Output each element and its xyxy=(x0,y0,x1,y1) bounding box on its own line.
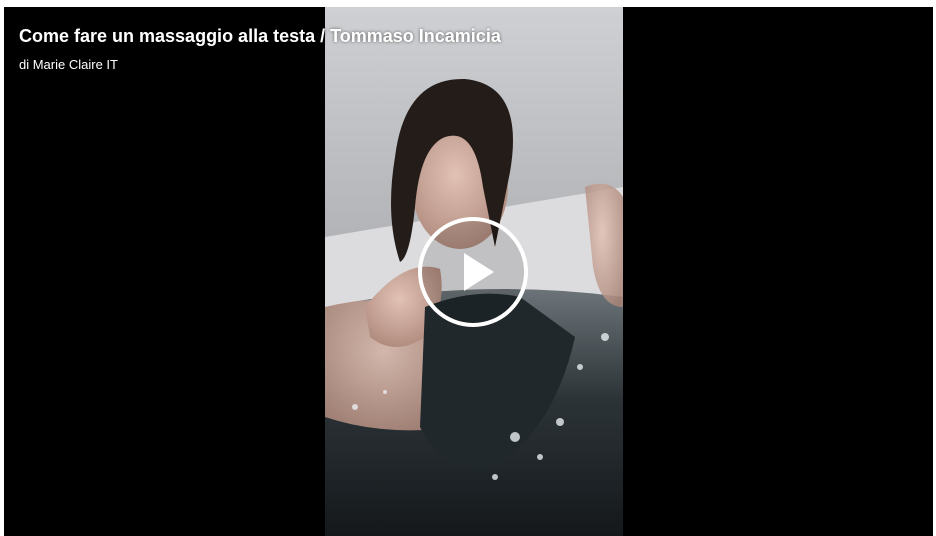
video-byline: di Marie Claire IT xyxy=(19,57,118,72)
play-icon xyxy=(464,253,494,291)
video-player[interactable]: Come fare un massaggio alla testa / Tomm… xyxy=(4,7,933,536)
video-title[interactable]: Come fare un massaggio alla testa / Tomm… xyxy=(19,25,501,47)
play-button[interactable] xyxy=(418,217,528,327)
